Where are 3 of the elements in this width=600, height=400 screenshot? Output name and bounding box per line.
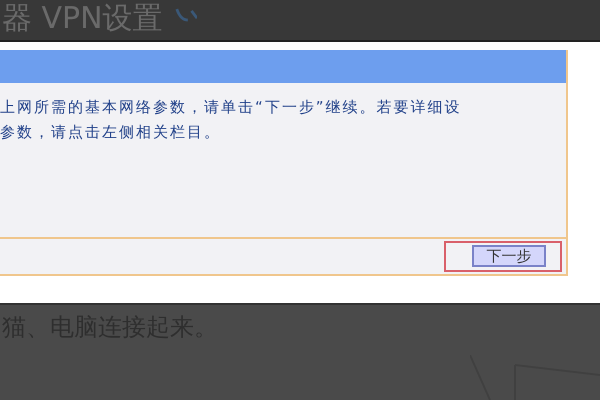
next-button[interactable]: 下一步	[472, 245, 546, 268]
instruction-text: 参数，请点击左侧相关栏目。	[0, 122, 222, 142]
instruction-text: 上网所需的基本网络参数，请单击“下一步”继续。若要详细设	[0, 96, 463, 117]
